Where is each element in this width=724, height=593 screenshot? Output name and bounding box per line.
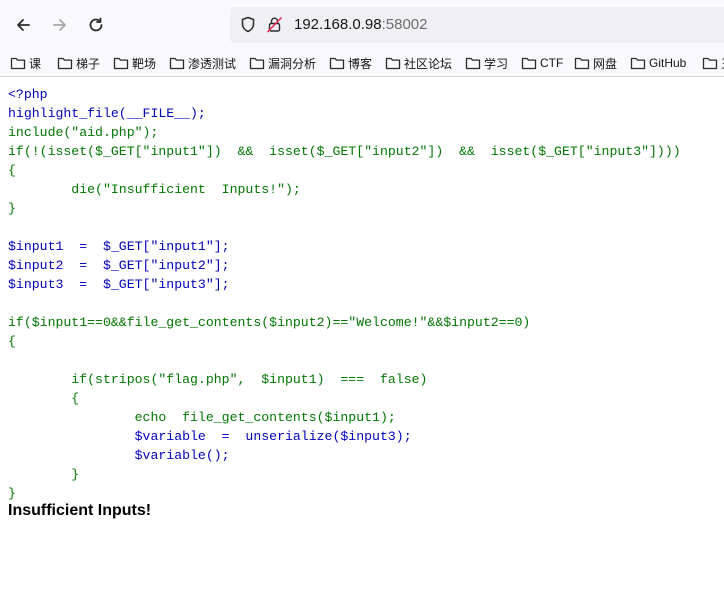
folder-icon (57, 57, 73, 70)
reload-button[interactable] (81, 9, 111, 41)
browser-toolbar: 192.168.0.98:58002 (0, 0, 724, 50)
folder-icon (465, 57, 481, 70)
page-content: <?php highlight_file(__FILE__); include(… (0, 77, 724, 593)
bookmark-folder[interactable]: 社区论坛 (385, 53, 452, 73)
folder-icon (329, 57, 345, 70)
code-line: $variable = unserialize($input3); (8, 429, 412, 444)
bookmark-folder[interactable]: 渗透测试 (169, 53, 236, 73)
bookmark-folder[interactable]: 网盘 (574, 53, 617, 73)
code-line: { (8, 334, 16, 349)
folder-icon (702, 57, 718, 70)
code-line: } (8, 467, 80, 482)
bookmark-label: 靶场 (132, 56, 157, 71)
folder-icon (10, 57, 26, 70)
bookmark-label: 学习 (484, 56, 509, 71)
code-line: { (8, 163, 16, 178)
bookmark-label: 网盘 (593, 56, 618, 71)
code-line: } (8, 486, 16, 501)
code-line: <?php (8, 87, 48, 102)
bookmark-label: 渗透测试 (188, 56, 237, 71)
forward-button[interactable] (45, 9, 75, 41)
folder-icon (249, 57, 265, 70)
code-line: if($input1==0&&file_get_contents($input2… (8, 315, 531, 330)
bookmarks-toolbar: 课 梯子 靶场 渗透测试 漏洞分析 博客 社区论坛 学习 CTF 网盘 GitH… (0, 50, 724, 77)
code-line: { (8, 391, 80, 406)
folder-icon (113, 57, 129, 70)
bookmark-folder[interactable]: 梯子 (57, 53, 100, 73)
code-line: $input1 = $_GET["input1"]; (8, 239, 230, 254)
bookmark-label: 课 (29, 56, 42, 71)
bookmark-folder[interactable]: 博客 (329, 53, 372, 73)
bookmark-folder[interactable]: 漏洞分析 (249, 53, 316, 73)
address-bar[interactable]: 192.168.0.98:58002 (230, 7, 724, 43)
bookmark-label: 梯子 (76, 56, 101, 71)
code-line: if(stripos("flag.php", $input1) === fals… (8, 372, 428, 387)
url-host: 192.168.0.98 (294, 16, 382, 33)
bookmark-folder[interactable]: 课 (10, 53, 41, 73)
bookmark-folder[interactable]: CTF (521, 53, 563, 73)
forward-arrow-icon (53, 19, 66, 31)
code-line: die("Insufficient Inputs!"); (8, 182, 301, 197)
url-port: :58002 (381, 16, 428, 33)
php-source-code: <?php highlight_file(__FILE__); include(… (8, 85, 681, 503)
code-line: $input2 = $_GET["input2"]; (8, 258, 230, 273)
code-line: } (8, 201, 16, 216)
bookmark-folder[interactable]: 靶场 (113, 53, 156, 73)
bookmark-folder[interactable]: 王 (702, 53, 724, 73)
folder-icon (574, 57, 590, 70)
bookmark-folder[interactable]: 学习 (465, 53, 508, 73)
bookmark-label: 社区论坛 (404, 56, 453, 71)
reload-icon (89, 17, 103, 32)
code-line: echo file_get_contents($input1); (8, 410, 396, 425)
code-line: $input3 = $_GET["input3"]; (8, 277, 230, 292)
bookmark-label: CTF (540, 56, 564, 70)
folder-icon (521, 57, 537, 70)
back-button[interactable] (8, 9, 38, 41)
code-line: if(!(isset($_GET["input1"]) && isset($_G… (8, 144, 681, 159)
output-message: Insufficient Inputs! (8, 502, 152, 519)
bookmark-folder[interactable]: GitHub (630, 53, 686, 73)
folder-icon (630, 57, 646, 70)
code-line: $variable(); (8, 448, 230, 463)
code-line: highlight_file(__FILE__); (8, 106, 206, 121)
folder-icon (385, 57, 401, 70)
bookmark-label: GitHub (649, 56, 687, 70)
bookmark-label: 博客 (348, 56, 373, 71)
folder-icon (169, 57, 185, 70)
insecure-lock-icon[interactable] (266, 16, 283, 38)
back-arrow-icon (17, 19, 30, 31)
url-text[interactable]: 192.168.0.98:58002 (294, 16, 427, 33)
shield-icon[interactable] (240, 16, 256, 38)
bookmark-label: 漏洞分析 (268, 56, 317, 71)
code-line: include("aid.php"); (8, 125, 159, 140)
